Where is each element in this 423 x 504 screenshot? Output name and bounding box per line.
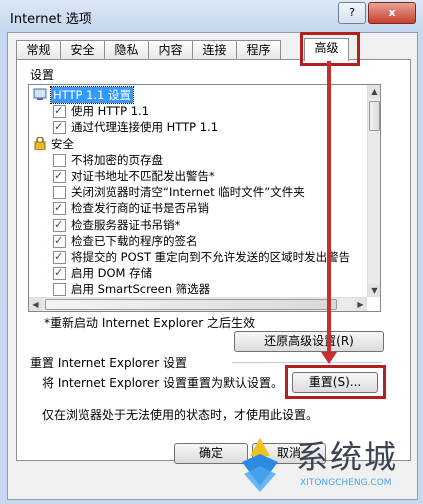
list-item-label: 将提交的 POST 重定向到不允许发送的区域时发出警告	[71, 250, 351, 264]
tab-advanced[interactable]: 高级	[304, 38, 349, 61]
horizontal-scrollbar[interactable]: ◀ ▶	[29, 297, 367, 311]
arrow-head-icon	[321, 352, 337, 364]
annotation-arrow	[327, 60, 331, 358]
network-settings-icon	[33, 88, 47, 101]
list-item-label: 通过代理连接使用 HTTP 1.1	[71, 120, 219, 135]
checkbox-checked[interactable]	[53, 168, 66, 184]
checkbox-checked[interactable]	[53, 233, 66, 249]
list-item-label: 使用 HTTP 1.1	[71, 104, 150, 119]
list-item-label: 检查服务器证书吊销*	[71, 217, 181, 232]
watermark-logo-icon	[242, 438, 278, 492]
list-header-label: 安全	[51, 136, 74, 151]
scroll-left-icon[interactable]: ◀	[29, 298, 42, 311]
restore-advanced-button[interactable]: 还原高级设置(R)	[234, 331, 384, 352]
close-button[interactable]: x	[368, 2, 416, 24]
settings-label: 设置	[30, 68, 55, 82]
checkbox-checked[interactable]	[53, 119, 66, 135]
restart-note: *重新启动 Internet Explorer 之后生效	[44, 316, 256, 330]
list-item-label: 关闭浏览器时清空“Internet 临时文件”文件夹	[71, 185, 305, 200]
list-header-label: HTTP 1.1 设置	[49, 86, 135, 104]
checkbox-checked[interactable]	[53, 103, 66, 119]
list-item-label: 检查已下载的程序的签名	[71, 233, 198, 248]
list-item-label: 启用 DOM 存储	[71, 266, 153, 281]
scroll-down-icon[interactable]: ▼	[368, 284, 380, 297]
list-item-label: 检查发行商的证书是否吊销	[71, 201, 209, 216]
tab-privacy[interactable]: 隐私	[104, 40, 149, 60]
horizontal-scroll-thumb[interactable]	[45, 299, 337, 310]
list-item-label: 不将加密的页存盘	[71, 152, 163, 167]
checkbox-unchecked[interactable]	[53, 283, 66, 297]
highlight-reset-button	[285, 365, 386, 399]
scroll-up-icon[interactable]: ▲	[368, 85, 380, 98]
checkbox-checked[interactable]	[53, 249, 66, 265]
tab-programs[interactable]: 程序	[236, 40, 281, 60]
lock-icon	[33, 135, 47, 151]
reset-description: 将 Internet Explorer 设置重置为默认设置。	[42, 376, 284, 390]
window-title: Internet 选项	[10, 12, 92, 27]
checkbox-checked[interactable]	[53, 217, 66, 233]
scroll-right-icon[interactable]: ▶	[354, 298, 367, 311]
vertical-scroll-thumb[interactable]	[369, 101, 380, 131]
reset-group-label: 重置 Internet Explorer 设置	[30, 356, 188, 370]
checkbox-checked[interactable]	[53, 200, 66, 216]
list-item-label: 启用 SmartScreen 筛选器	[71, 282, 211, 297]
watermark-url: XITONGCHENG.COM	[300, 478, 392, 488]
vertical-scrollbar[interactable]: ▲ ▼	[367, 85, 380, 297]
tab-content[interactable]: 内容	[148, 40, 193, 60]
list-item-label: 对证书地址不匹配发出警告*	[71, 169, 215, 183]
tab-connections[interactable]: 连接	[192, 40, 237, 60]
checkbox-unchecked[interactable]	[53, 186, 66, 200]
group-separator	[232, 362, 382, 363]
watermark: 系统城 XITONGCHENG.COM	[230, 430, 420, 500]
watermark-brand: 系统城	[296, 438, 399, 476]
tab-general[interactable]: 常规	[16, 40, 61, 60]
tab-security[interactable]: 安全	[60, 40, 105, 60]
checkbox-unchecked[interactable]	[53, 153, 66, 167]
reset-note: 仅在浏览器处于无法使用的状态时，才使用此设置。	[42, 408, 319, 422]
checkbox-checked[interactable]	[53, 265, 66, 281]
title-bar: Internet 选项 ? x	[0, 0, 423, 32]
help-button[interactable]: ?	[338, 2, 366, 24]
